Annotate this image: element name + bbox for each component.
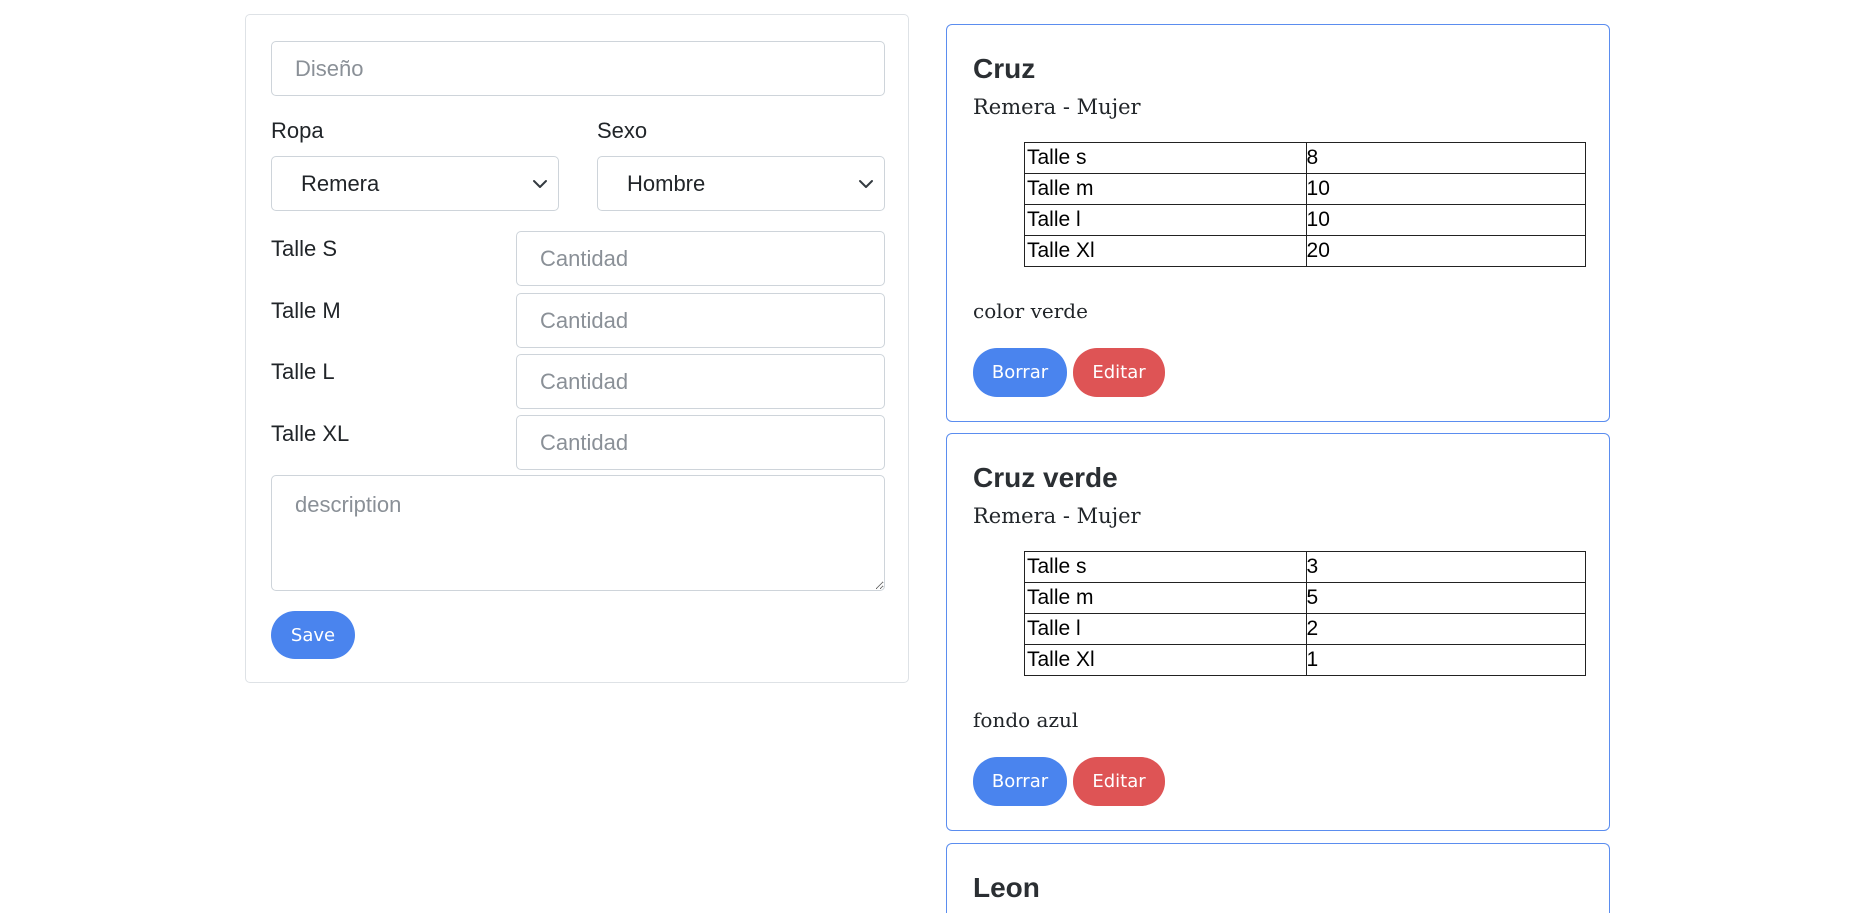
product-form: Ropa Remera Sexo Hombre Talle S Talle M …: [245, 14, 909, 683]
sizes-table: Talle s8 Talle m 10 Talle l 10 Talle Xl 20: [1024, 142, 1587, 267]
design-input[interactable]: [271, 41, 885, 96]
card-subtitle: Remera - Mujer: [973, 504, 1141, 528]
sexo-select[interactable]: Hombre: [597, 156, 885, 211]
chevron-down-icon: [859, 180, 873, 188]
talle-l-label: Talle L: [271, 359, 335, 384]
talle-xl-label: Talle XL: [271, 421, 350, 446]
table-row: Talle Xl 1: [1024, 644, 1587, 676]
sizes-table: Talle s3 Talle m5 Talle l2 Talle Xl 1: [1024, 551, 1587, 676]
size-quantity: 3: [1305, 551, 1587, 583]
size-quantity: 5: [1305, 582, 1587, 614]
table-row: Talle m5: [1024, 582, 1587, 614]
size-quantity: 10: [1305, 204, 1587, 236]
size-label: Talle s: [1024, 551, 1307, 583]
ropa-select-value: Remera: [301, 171, 380, 196]
chevron-down-icon: [533, 180, 547, 188]
edit-button[interactable]: Editar: [1073, 757, 1165, 806]
card-description: fondo azul: [973, 708, 1079, 732]
ropa-select[interactable]: Remera: [271, 156, 559, 211]
table-row: Talle Xl 20: [1024, 235, 1587, 267]
size-label: Talle m: [1024, 173, 1307, 205]
product-card: Cruz verde Remera - Mujer Talle s3 Talle…: [946, 433, 1610, 831]
table-row: Talle m 10: [1024, 173, 1587, 205]
table-row: Talle s3: [1024, 551, 1587, 583]
size-label: Talle Xl: [1024, 235, 1307, 267]
edit-button[interactable]: Editar: [1073, 348, 1165, 397]
delete-button[interactable]: Borrar: [973, 348, 1067, 397]
size-quantity: 2: [1305, 613, 1587, 645]
sexo-select-value: Hombre: [627, 171, 706, 196]
card-title: Cruz verde: [973, 462, 1118, 493]
size-quantity: 1: [1305, 644, 1587, 676]
size-quantity: 10: [1305, 173, 1587, 205]
talle-xl-quantity-input[interactable]: [516, 415, 885, 470]
size-label: Talle l: [1024, 204, 1307, 236]
size-label: Talle Xl: [1024, 644, 1307, 676]
size-label: Talle s: [1024, 142, 1307, 174]
card-description: color verde: [973, 299, 1088, 323]
sexo-label: Sexo: [597, 118, 648, 143]
talle-m-label: Talle M: [271, 298, 341, 323]
product-card: Cruz Remera - Mujer Talle s8 Talle m 10 T…: [946, 24, 1610, 422]
talle-m-quantity-input[interactable]: [516, 293, 885, 348]
delete-button[interactable]: Borrar: [973, 757, 1067, 806]
talle-l-quantity-input[interactable]: [516, 354, 885, 409]
ropa-label: Ropa: [271, 118, 324, 143]
card-title: Leon: [973, 872, 1040, 903]
card-title: Cruz: [973, 53, 1036, 84]
size-quantity: 20: [1305, 235, 1587, 267]
card-subtitle: Remera - Mujer: [973, 95, 1141, 119]
size-label: Talle m: [1024, 582, 1307, 614]
save-button[interactable]: Save: [271, 611, 355, 659]
talle-s-quantity-input[interactable]: [516, 231, 885, 286]
product-card: Leon: [946, 843, 1610, 913]
table-row: Talle l2: [1024, 613, 1587, 645]
table-row: Talle l 10: [1024, 204, 1587, 236]
table-row: Talle s8: [1024, 142, 1587, 174]
description-textarea[interactable]: [271, 475, 885, 591]
size-label: Talle l: [1024, 613, 1307, 645]
size-quantity: 8: [1305, 142, 1587, 174]
talle-s-label: Talle S: [271, 236, 338, 261]
